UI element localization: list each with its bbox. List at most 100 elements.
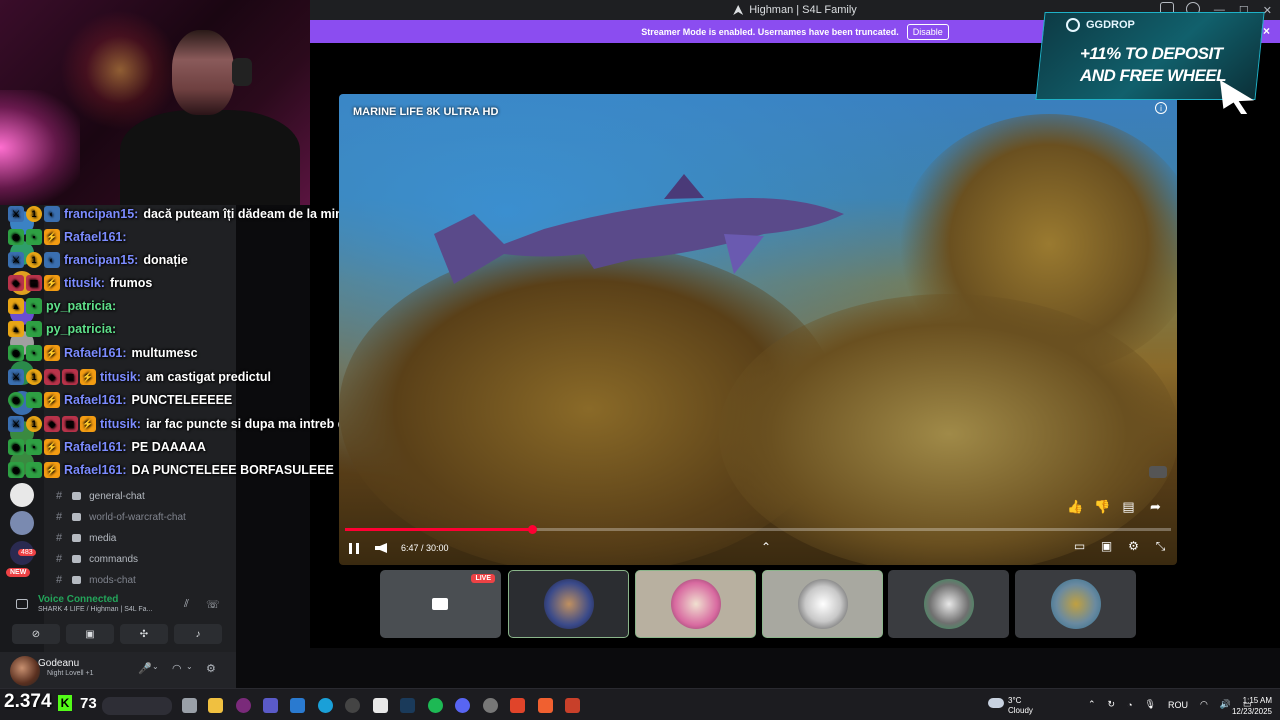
- task-view-icon[interactable]: [182, 698, 197, 713]
- bits-badge-icon: ▲: [8, 321, 24, 337]
- app-icon[interactable]: [290, 698, 305, 713]
- comment-icon[interactable]: ▤: [1121, 499, 1136, 514]
- sync-icon[interactable]: ↻: [1108, 699, 1116, 710]
- bot-badge-icon: ◐: [44, 206, 60, 222]
- participant-tile-stream[interactable]: LIVE: [380, 570, 501, 638]
- kick-count: 73: [80, 695, 97, 712]
- app-icon[interactable]: [483, 698, 498, 713]
- ggdrop-logo-icon: [1066, 18, 1080, 32]
- chevron-down-icon[interactable]: ⌄: [186, 662, 193, 671]
- progress-handle[interactable]: [527, 525, 537, 534]
- dislike-icon[interactable]: 👎: [1094, 499, 1110, 514]
- file-explorer-icon[interactable]: [208, 698, 223, 713]
- participant-tile[interactable]: [762, 570, 883, 638]
- discord-icon[interactable]: [455, 698, 470, 713]
- channel-mods-chat[interactable]: # mods-chat: [56, 574, 136, 586]
- vip-badge-icon: ▪: [26, 392, 42, 408]
- settings-gear-icon[interactable]: ⚙: [206, 662, 216, 675]
- app-logo-icon: [733, 5, 744, 15]
- mod-badge-icon: ◉: [8, 229, 24, 245]
- server-icon[interactable]: [10, 511, 34, 535]
- channel-media[interactable]: # media: [56, 532, 116, 544]
- app-icon[interactable]: [345, 698, 360, 713]
- sub-badge-icon: ⚡: [44, 439, 60, 455]
- chat-message: ▲ ▪ py_patricia:: [8, 295, 121, 317]
- disable-streamer-mode-button[interactable]: Disable: [906, 23, 949, 40]
- voice-channel: SHARK 4 LIFE / Highman | S4L Fa...: [38, 606, 153, 613]
- chat-bubble-icon: [72, 513, 82, 521]
- app-icon[interactable]: [565, 698, 580, 713]
- participant-tile[interactable]: [888, 570, 1009, 638]
- network-icon[interactable]: ◔: [1127, 700, 1132, 710]
- app-icon[interactable]: [373, 698, 388, 713]
- server-icon[interactable]: [10, 483, 34, 507]
- settings-gear-icon[interactable]: ⚙: [1127, 540, 1140, 553]
- brave-icon[interactable]: [510, 698, 525, 713]
- new-badge: NEW: [6, 568, 31, 577]
- vip-badge-icon: ▪: [26, 321, 42, 337]
- chevron-up-icon[interactable]: ⌃: [1088, 699, 1096, 710]
- participant-tile[interactable]: [635, 570, 756, 638]
- chevron-up-icon[interactable]: ⌃: [761, 540, 771, 554]
- sub-badge-icon: ⚡: [44, 345, 60, 361]
- soundboard-button[interactable]: ♪: [174, 624, 222, 644]
- cloud-icon: [988, 698, 1004, 708]
- channel-world-of-warcraft-chat[interactable]: # world-of-warcraft-chat: [56, 511, 186, 523]
- chat-message: ◆ ▤ ⚡ titusik: frumos: [8, 272, 152, 294]
- share-icon[interactable]: ➦: [1148, 499, 1163, 514]
- teams-icon[interactable]: [263, 698, 278, 713]
- taskbar: 2.374 K 73 3°C Cloudy ⌃ ↻ ◔ 🎙 ROU ◠ 🔊 ▭ …: [0, 688, 1280, 720]
- chat-message: ◉ ▪ ⚡ Rafael161:: [8, 226, 132, 248]
- taskbar-search[interactable]: [102, 697, 172, 715]
- spotify-icon[interactable]: [428, 698, 443, 713]
- pink-light: [0, 90, 80, 205]
- participant-tile[interactable]: [508, 570, 629, 638]
- streamer-body: [120, 110, 300, 205]
- participant-tile[interactable]: [1015, 570, 1136, 638]
- activities-button[interactable]: ✣: [120, 624, 168, 644]
- steam-icon[interactable]: [400, 698, 415, 713]
- vip-badge-icon: ▪: [26, 462, 42, 478]
- user-status: Night Lovell +1: [47, 670, 94, 677]
- screen-share-button[interactable]: ▣: [66, 624, 114, 644]
- username: Godeanu: [38, 658, 80, 669]
- language-indicator[interactable]: ROU: [1168, 700, 1188, 710]
- microphone-icon[interactable]: 🎙: [1145, 699, 1156, 710]
- vip-badge-icon: ▪: [26, 229, 42, 245]
- sub-badge-icon: ⚡: [44, 462, 60, 478]
- captions-icon[interactable]: ▭: [1073, 540, 1086, 553]
- video-player[interactable]: MARINE LIFE 8K ULTRA HD i 👍 👎 ▤ ➦ 6:47 /…: [339, 94, 1177, 565]
- shark-image: [434, 174, 844, 284]
- camera-off-button[interactable]: ⊘: [12, 624, 60, 644]
- chat-message: ⚔ 1 ◐ francipan15: donație: [8, 249, 188, 271]
- seaweed-patch: [719, 294, 1177, 565]
- microphone-icon[interactable]: 🎤: [138, 662, 152, 675]
- screen-share-icon: [432, 598, 448, 610]
- like-icon[interactable]: 👍: [1067, 499, 1083, 514]
- exit-fullscreen-icon[interactable]: ⤡: [1154, 540, 1167, 553]
- clock[interactable]: 1:15 AM 12/23/2025: [1222, 695, 1272, 717]
- sub-badge-icon: 1: [26, 252, 42, 268]
- hash-icon: #: [56, 574, 63, 586]
- pause-button[interactable]: [349, 542, 359, 554]
- channel-commands[interactable]: # commands: [56, 553, 138, 565]
- youtube-icon[interactable]: [1149, 466, 1167, 478]
- avatar[interactable]: [10, 656, 40, 686]
- app-icon[interactable]: [538, 698, 553, 713]
- hash-icon: #: [56, 511, 63, 523]
- cake-badge-icon: ▤: [26, 275, 42, 291]
- channel-general-chat[interactable]: # general-chat: [56, 490, 145, 502]
- chevron-down-icon[interactable]: ⌄: [152, 662, 159, 671]
- sword-badge-icon: ⚔: [8, 369, 24, 385]
- headphones-icon[interactable]: ◠: [172, 662, 182, 675]
- app-icon[interactable]: [236, 698, 251, 713]
- chat-message: ◉ ▪ ⚡ Rafael161: PUNCTELEEEEE: [8, 389, 232, 411]
- volume-icon[interactable]: [375, 543, 387, 553]
- edge-icon[interactable]: [318, 698, 333, 713]
- progress-bar[interactable]: [345, 525, 1171, 534]
- wifi-icon[interactable]: ◠: [1200, 699, 1208, 710]
- noise-suppression-icon[interactable]: ⫽: [184, 598, 196, 610]
- miniplayer-icon[interactable]: ▣: [1100, 540, 1113, 553]
- disconnect-icon[interactable]: ☏: [206, 598, 220, 611]
- sub-badge-icon: ⚡: [44, 275, 60, 291]
